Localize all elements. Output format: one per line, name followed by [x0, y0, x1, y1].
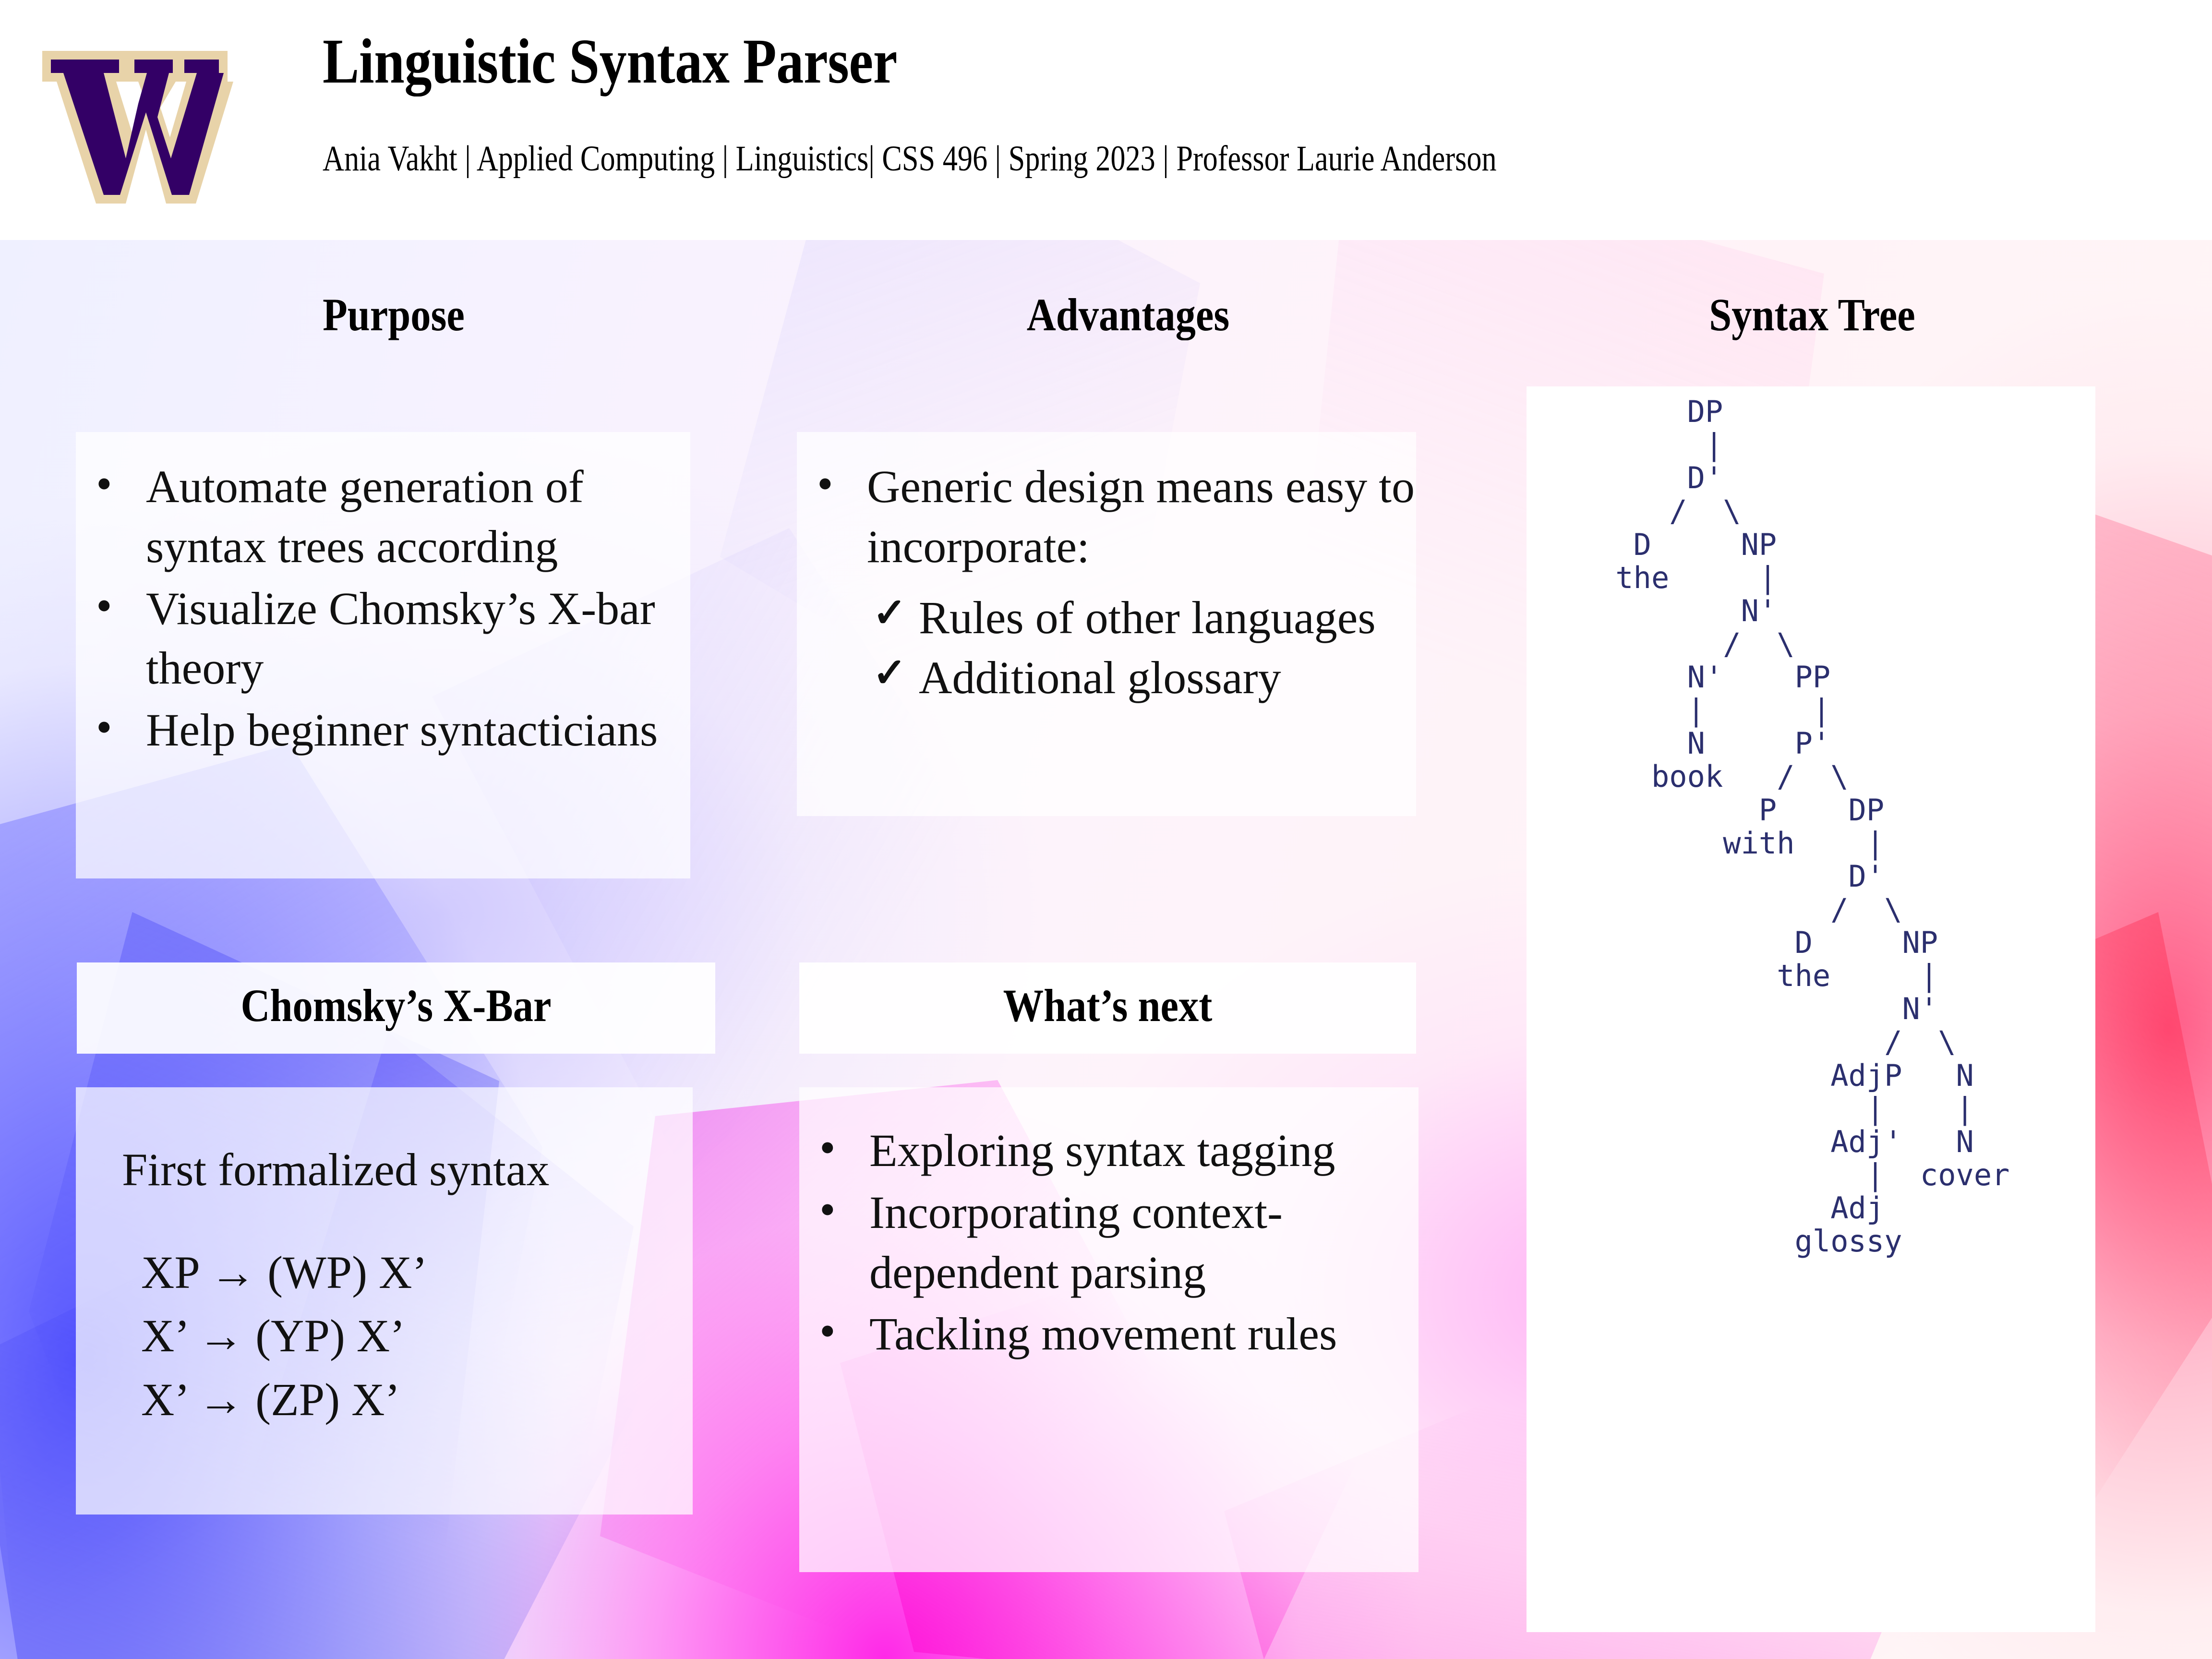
whats-next-heading-band: What’s next [799, 962, 1416, 1054]
xbar-rule: X’ → (YP) X’ [141, 1310, 406, 1362]
list-item: Visualize Chomsky’s X-bar theory [76, 576, 690, 699]
university-of-washington-w-logo [32, 18, 238, 210]
advantages-heading: Advantages [1026, 289, 1230, 340]
syntax-tree-heading: Syntax Tree [1709, 289, 1915, 340]
purpose-bullet-list: Automate generation of syntax trees acco… [76, 454, 690, 762]
whats-next-panel: Exploring syntax tagging Incorporating c… [799, 1087, 1419, 1572]
advantages-panel: Generic design means easy to incorporate… [797, 432, 1416, 816]
syntax-tree-panel: DP | D' / \ D NP the | N' / \ N' PP | | … [1527, 386, 2095, 1632]
page-title: Linguistic Syntax Parser [323, 25, 898, 96]
xbar-heading: Chomsky’s X-Bar [240, 980, 552, 1031]
list-item: Exploring syntax tagging [799, 1118, 1419, 1181]
xbar-intro: First formalized syntax [122, 1144, 550, 1195]
whats-next-bullet-list: Exploring syntax tagging Incorporating c… [799, 1118, 1419, 1366]
list-item: Rules of other languages [867, 587, 1419, 648]
advantages-sub-list: Rules of other languages Additional glos… [867, 587, 1419, 708]
xbar-rule: XP → (WP) X’ [141, 1247, 428, 1298]
syntax-tree-diagram: DP | D' / \ D NP the | N' / \ N' PP | | … [1615, 394, 2010, 1259]
purpose-heading: Purpose [323, 289, 465, 340]
list-item: Incorporating context-dependent parsing [799, 1180, 1419, 1303]
list-item: Additional glossary [867, 647, 1419, 708]
list-item: Automate generation of syntax trees acco… [76, 454, 690, 577]
xbar-panel: First formalized syntax XP → (WP) X’ X’ … [76, 1087, 693, 1515]
poster-header: Linguistic Syntax Parser Ania Vakht | Ap… [0, 0, 2212, 240]
page-subtitle: Ania Vakht | Applied Computing | Linguis… [323, 139, 1497, 179]
xbar-heading-band: Chomsky’s X-Bar [77, 962, 715, 1054]
list-item: Help beginner syntacticians [76, 697, 690, 760]
list-item: Generic design means easy to incorporate… [797, 454, 1416, 577]
advantages-bullet-list: Generic design means easy to incorporate… [797, 454, 1416, 579]
whats-next-heading: What’s next [1003, 980, 1213, 1031]
purpose-panel: Automate generation of syntax trees acco… [76, 432, 690, 878]
list-item: Tackling movement rules [799, 1301, 1419, 1364]
xbar-rule: X’ → (ZP) X’ [141, 1373, 400, 1425]
